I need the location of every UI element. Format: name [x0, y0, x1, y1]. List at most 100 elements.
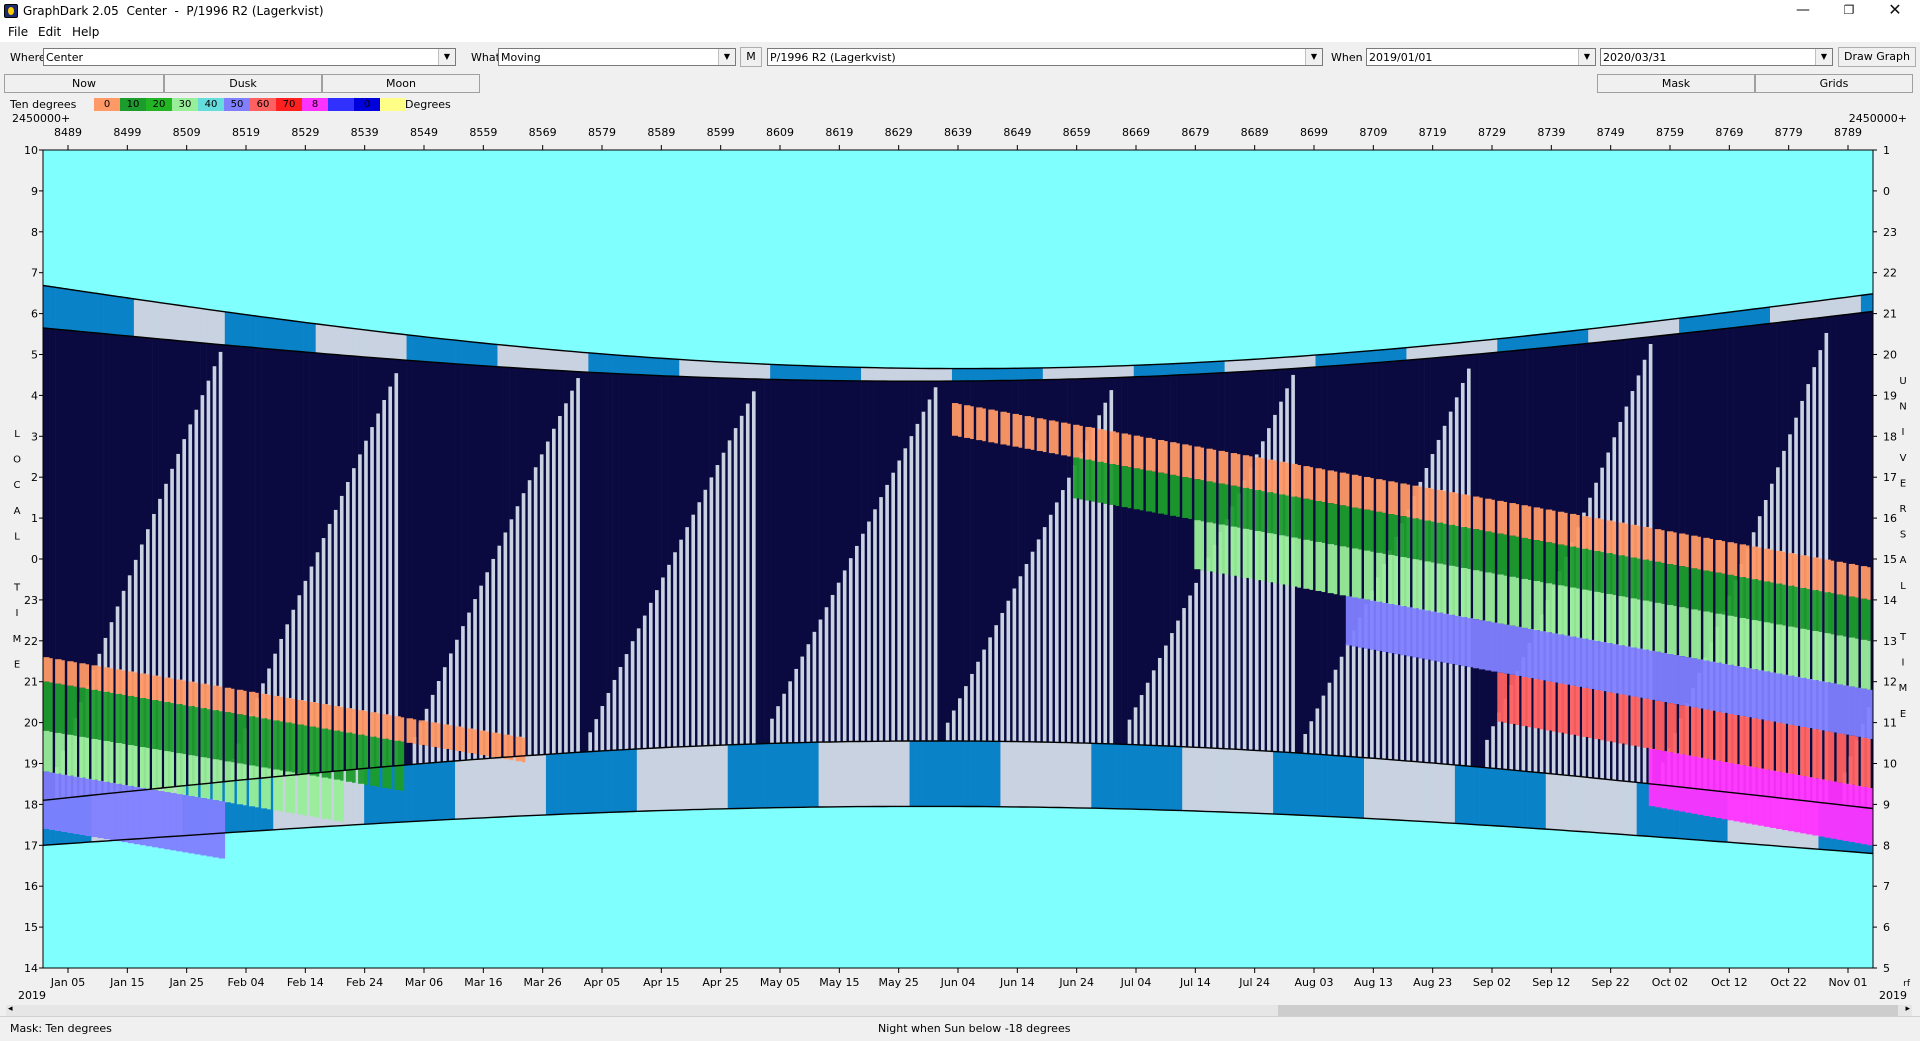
jd-tick-label: 8589	[647, 126, 675, 139]
altitude-band	[297, 773, 304, 815]
dawn-twilight-column	[624, 749, 632, 812]
altitude-band	[1539, 508, 1544, 542]
dusk-twilight-column	[679, 359, 686, 377]
altitude-band	[1763, 671, 1771, 721]
altitude-band	[194, 756, 199, 798]
dawn-twilight-column	[921, 740, 929, 807]
dawn-twilight-column	[867, 741, 874, 807]
altitude-band	[1545, 681, 1553, 731]
dusk-twilight-column	[1612, 325, 1619, 341]
altitude-band	[1866, 567, 1871, 600]
altitude-band	[43, 730, 50, 772]
dusk-twilight-column	[267, 317, 274, 349]
scrollbar-thumb[interactable]	[1278, 1005, 1898, 1016]
altitude-band	[352, 709, 356, 734]
maximize-button[interactable]: ❐	[1826, 0, 1872, 22]
altitude-band	[321, 728, 329, 778]
dusk-twilight-column	[1509, 337, 1516, 351]
altitude-band	[1157, 439, 1165, 473]
altitude-band	[1382, 602, 1389, 652]
menu-edit[interactable]: Edit	[38, 25, 61, 39]
scroll-right-icon[interactable]: ▸	[1905, 1004, 1910, 1014]
altitude-band	[1467, 569, 1471, 619]
dusk-twilight-column	[382, 332, 389, 359]
night-column	[764, 379, 771, 744]
date-tick-label: Aug 03	[1295, 976, 1334, 989]
dawn-twilight-column	[830, 741, 838, 807]
ut-hour-label: 11	[1883, 717, 1897, 730]
altitude-band	[1473, 570, 1480, 620]
when-end-select[interactable]: 2020/03/31 ▼	[1600, 48, 1833, 66]
dawn-twilight-column	[1073, 742, 1080, 808]
dawn-twilight-column	[533, 755, 541, 816]
date-tick-label: May 15	[819, 976, 859, 989]
altitude-band	[1315, 541, 1322, 591]
dusk-twilight-column	[479, 342, 486, 366]
dusk-twilight-column	[1260, 358, 1268, 371]
altitude-band	[1218, 450, 1225, 484]
altitude-band	[1594, 591, 1601, 641]
dusk-twilight-column	[806, 365, 813, 381]
altitude-band	[255, 692, 259, 718]
altitude-band	[1521, 676, 1528, 727]
altitude-band	[1642, 559, 1650, 601]
altitude-band	[1351, 507, 1359, 549]
altitude-band	[1242, 455, 1250, 488]
grids-button[interactable]: Grids	[1755, 74, 1913, 93]
dusk-twilight-column	[897, 368, 904, 382]
altitude-band	[1673, 606, 1677, 656]
m-button[interactable]: M	[740, 47, 762, 67]
altitude-band	[1588, 590, 1592, 640]
mask-button[interactable]: Mask	[1597, 74, 1755, 93]
altitude-band	[1509, 503, 1516, 536]
moonlight-column	[709, 477, 714, 746]
scroll-left-icon[interactable]: ◂	[8, 1004, 13, 1014]
dusk-twilight-column	[1012, 368, 1019, 381]
close-button[interactable]: ✕	[1872, 0, 1918, 22]
minimize-button[interactable]: —	[1780, 0, 1826, 22]
altitude-band	[1418, 519, 1423, 561]
dusk-twilight-column	[315, 323, 323, 354]
altitude-band	[1473, 619, 1480, 669]
menu-file[interactable]: File	[8, 25, 28, 39]
rf-label: rf	[1903, 979, 1911, 989]
horizontal-scrollbar[interactable]: ◂ ▸	[6, 1004, 1912, 1016]
dawn-twilight-column	[521, 755, 529, 816]
dusk-twilight-column	[1606, 326, 1613, 341]
draw-graph-button[interactable]: Draw Graph	[1838, 47, 1916, 67]
dusk-twilight-column	[933, 368, 941, 382]
dawn-twilight-column	[745, 744, 753, 809]
altitude-band	[1600, 552, 1604, 593]
where-select[interactable]: Center ▼	[43, 48, 456, 66]
ut-hour-label: 0	[1883, 185, 1890, 198]
altitude-band	[43, 657, 50, 682]
altitude-band	[1127, 467, 1132, 509]
moonlight-column	[1182, 608, 1186, 747]
when-start-select[interactable]: 2019/01/01 ▼	[1366, 48, 1596, 66]
altitude-band	[1794, 725, 1798, 775]
what-label: What	[471, 51, 500, 64]
altitude-band	[1370, 510, 1374, 552]
altitude-band	[1297, 497, 1301, 539]
what-select[interactable]: Moving ▼	[498, 48, 736, 66]
altitude-band	[1394, 482, 1398, 516]
dusk-twilight-column	[1679, 317, 1686, 334]
moonlight-column	[958, 698, 962, 742]
dawn-twilight-column	[818, 742, 825, 808]
altitude-band	[212, 685, 220, 711]
altitude-band	[1866, 689, 1874, 739]
dusk-twilight-column	[115, 296, 123, 335]
moon-button[interactable]: Moon	[322, 74, 480, 93]
dusk-twilight-column	[1570, 330, 1577, 345]
dusk-twilight-column	[1351, 351, 1359, 365]
dusk-button[interactable]: Dusk	[164, 74, 322, 93]
dusk-twilight-column	[339, 326, 347, 356]
altitude-band	[1545, 509, 1553, 543]
object-select[interactable]: P/1996 R2 (Lagerkvist) ▼	[767, 48, 1323, 66]
moonlight-column	[739, 415, 744, 745]
dusk-twilight-column	[448, 339, 456, 364]
now-button[interactable]: Now	[4, 74, 164, 93]
dawn-twilight-column	[758, 743, 765, 809]
menu-help[interactable]: Help	[72, 25, 99, 39]
altitude-band	[1563, 684, 1568, 734]
